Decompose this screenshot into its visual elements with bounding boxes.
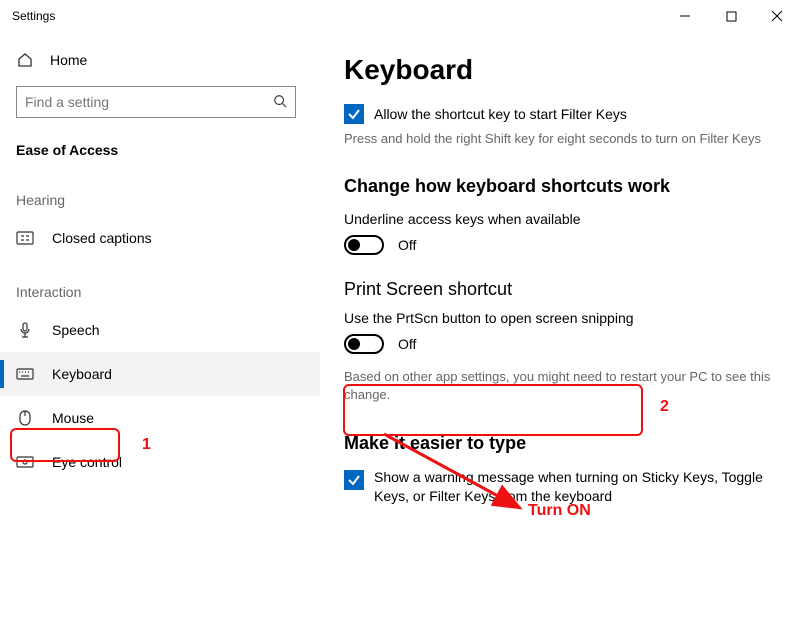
titlebar: Settings: [0, 0, 800, 32]
checkbox-checked-icon[interactable]: [344, 470, 364, 490]
sidebar-item-speech[interactable]: Speech: [0, 308, 320, 352]
underline-toggle-state: Off: [398, 237, 416, 253]
warning-checkbox-label: Show a warning message when turning on S…: [374, 468, 774, 507]
annotation-number-2: 2: [660, 398, 669, 416]
sidebar-item-label: Mouse: [52, 410, 94, 426]
close-button[interactable]: [754, 0, 800, 32]
sidebar-item-keyboard[interactable]: Keyboard: [0, 352, 320, 396]
group-interaction-label: Interaction: [0, 260, 320, 308]
underline-access-keys-toggle[interactable]: [344, 235, 384, 255]
sidebar-item-eye-control[interactable]: Eye control: [0, 440, 320, 484]
underline-access-keys-label: Underline access keys when available: [344, 211, 776, 227]
page-title: Keyboard: [344, 54, 776, 86]
warning-checkbox-row[interactable]: Show a warning message when turning on S…: [344, 468, 776, 507]
section-printscreen-heading: Print Screen shortcut: [344, 279, 776, 300]
nav-home[interactable]: Home: [0, 40, 320, 80]
checkbox-checked-icon[interactable]: [344, 104, 364, 124]
closed-captions-icon: [16, 231, 34, 245]
nav-home-label: Home: [50, 52, 87, 68]
annotation-turn-on-label: Turn ON: [528, 502, 591, 520]
sidebar: Home Ease of Access Hearing Closed capti…: [0, 32, 320, 632]
prtscn-help-text: Based on other app settings, you might n…: [344, 368, 774, 404]
search-icon: [273, 94, 287, 111]
window-title: Settings: [12, 9, 55, 23]
sidebar-item-label: Closed captions: [52, 230, 152, 246]
prtscn-toggle[interactable]: [344, 334, 384, 354]
filter-keys-checkbox-label: Allow the shortcut key to start Filter K…: [374, 106, 627, 122]
prtscn-label: Use the PrtScn button to open screen sni…: [344, 310, 776, 326]
sidebar-item-label: Speech: [52, 322, 99, 338]
sidebar-item-closed-captions[interactable]: Closed captions: [0, 216, 320, 260]
prtscn-toggle-state: Off: [398, 336, 416, 352]
content-pane: Keyboard Allow the shortcut key to start…: [320, 32, 800, 632]
minimize-button[interactable]: [662, 0, 708, 32]
section-easier-heading: Make it easier to type: [344, 433, 776, 454]
group-hearing-label: Hearing: [0, 168, 320, 216]
sidebar-item-label: Keyboard: [52, 366, 112, 382]
annotation-number-1: 1: [142, 436, 151, 454]
search-field[interactable]: [25, 94, 273, 110]
sidebar-item-label: Eye control: [52, 454, 122, 470]
maximize-button[interactable]: [708, 0, 754, 32]
sidebar-section-label: Ease of Access: [0, 130, 320, 168]
window-controls: [662, 0, 800, 32]
section-shortcuts-heading: Change how keyboard shortcuts work: [344, 176, 776, 197]
search-input[interactable]: [16, 86, 296, 118]
sidebar-item-mouse[interactable]: Mouse: [0, 396, 320, 440]
home-icon: [16, 52, 34, 68]
filter-keys-help-text: Press and hold the right Shift key for e…: [344, 130, 774, 148]
eye-control-icon: [16, 455, 34, 469]
mouse-icon: [16, 410, 34, 426]
keyboard-icon: [16, 368, 34, 380]
microphone-icon: [16, 322, 34, 338]
filter-keys-checkbox-row[interactable]: Allow the shortcut key to start Filter K…: [344, 104, 776, 124]
